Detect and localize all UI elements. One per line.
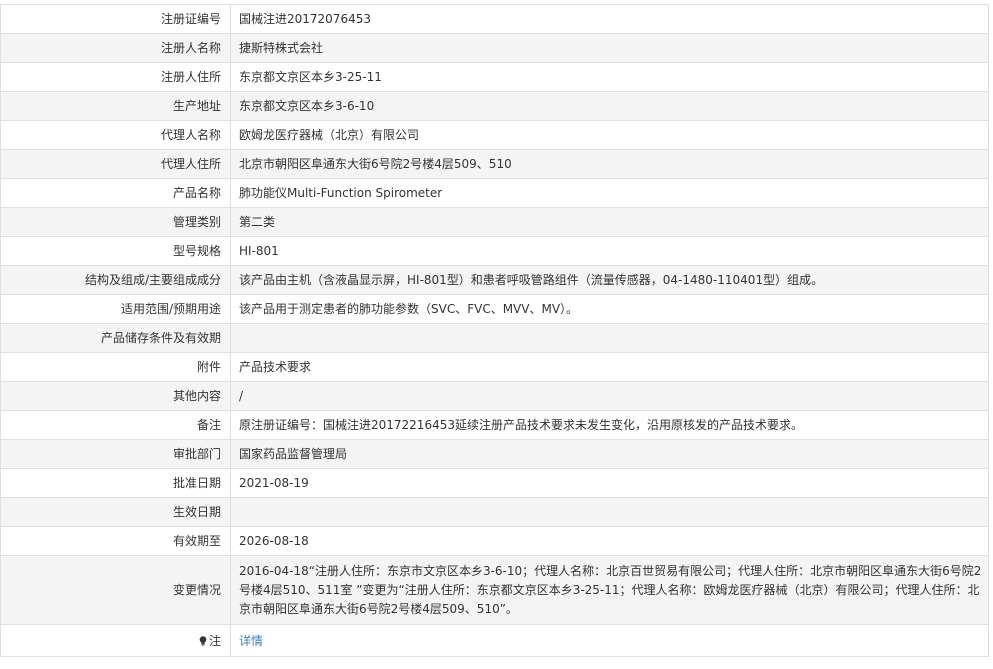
field-value-agent-name: 欧姆龙医疗器械（北京）有限公司: [230, 120, 989, 150]
field-value-effective-date: [230, 497, 989, 527]
table-row: 型号规格 HI-801: [0, 236, 989, 266]
field-label-model-spec: 型号规格: [0, 236, 231, 266]
field-value-registration-no: 国械注进20172076453: [230, 4, 989, 34]
field-label-agent-name: 代理人名称: [0, 120, 231, 150]
table-row: 代理人住所 北京市朝阳区阜通东大街6号院2号楼4层509、510: [0, 149, 989, 179]
field-value-attachment: 产品技术要求: [230, 352, 989, 382]
field-label-registrant-name: 注册人名称: [0, 33, 231, 63]
table-row: 注 详情: [0, 624, 989, 657]
table-row: 附件 产品技术要求: [0, 352, 989, 382]
registration-detail-table: 注册证编号 国械注进20172076453 注册人名称 捷斯特株式会社 注册人住…: [0, 4, 989, 657]
table-row: 批准日期 2021-08-19: [0, 468, 989, 498]
field-value-agent-address: 北京市朝阳区阜通东大街6号院2号楼4层509、510: [230, 149, 989, 179]
field-value-remarks: 原注册证编号：国械注进20172216453延续注册产品技术要求未发生变化，沿用…: [230, 410, 989, 440]
field-label-other-content: 其他内容: [0, 381, 231, 411]
field-label-product-name: 产品名称: [0, 178, 231, 208]
field-value-product-name: 肺功能仪Multi-Function Spirometer: [230, 178, 989, 208]
table-row: 结构及组成/主要组成成分 该产品由主机（含液晶显示屏，HI-801型）和患者呼吸…: [0, 265, 989, 295]
field-value-production-address: 东京都文京区本乡3-6-10: [230, 91, 989, 121]
field-label-approval-department: 审批部门: [0, 439, 231, 469]
table-row: 其他内容 /: [0, 381, 989, 411]
table-row: 生产地址 东京都文京区本乡3-6-10: [0, 91, 989, 121]
field-label-intended-use: 适用范围/预期用途: [0, 294, 231, 324]
table-row: 注册证编号 国械注进20172076453: [0, 4, 989, 34]
note-label: 注: [208, 633, 221, 648]
field-label-approval-date: 批准日期: [0, 468, 231, 498]
note-label-cell: 注: [0, 624, 231, 657]
field-label-valid-until: 有效期至: [0, 526, 231, 556]
field-label-storage-validity: 产品储存条件及有效期: [0, 323, 231, 353]
table-row: 有效期至 2026-08-18: [0, 526, 989, 556]
field-value-approval-department: 国家药品监督管理局: [230, 439, 989, 469]
table-row: 注册人住所 东京都文京区本乡3-25-11: [0, 62, 989, 92]
field-value-approval-date: 2021-08-19: [230, 468, 989, 498]
table-row: 注册人名称 捷斯特株式会社: [0, 33, 989, 63]
field-value-model-spec: HI-801: [230, 236, 989, 266]
table-row: 备注 原注册证编号：国械注进20172216453延续注册产品技术要求未发生变化…: [0, 410, 989, 440]
table-row: 产品储存条件及有效期: [0, 323, 989, 353]
field-value-intended-use: 该产品用于测定患者的肺功能参数（SVC、FVC、MVV、MV）。: [230, 294, 989, 324]
field-label-structure-composition: 结构及组成/主要组成成分: [0, 265, 231, 295]
field-label-production-address: 生产地址: [0, 91, 231, 121]
details-link[interactable]: 详情: [239, 634, 263, 648]
field-value-registrant-name: 捷斯特株式会社: [230, 33, 989, 63]
table-row: 审批部门 国家药品监督管理局: [0, 439, 989, 469]
field-value-registrant-address: 东京都文京区本乡3-25-11: [230, 62, 989, 92]
field-value-structure-composition: 该产品由主机（含液晶显示屏，HI-801型）和患者呼吸管路组件（流量传感器，04…: [230, 265, 989, 295]
field-label-agent-address: 代理人住所: [0, 149, 231, 179]
table-row: 变更情况 2016-04-18“注册人住所：东京市文京区本乡3-6-10；代理人…: [0, 555, 989, 625]
field-label-management-class: 管理类别: [0, 207, 231, 237]
field-label-effective-date: 生效日期: [0, 497, 231, 527]
field-value-valid-until: 2026-08-18: [230, 526, 989, 556]
bulb-icon: [199, 635, 207, 645]
table-row: 适用范围/预期用途 该产品用于测定患者的肺功能参数（SVC、FVC、MVV、MV…: [0, 294, 989, 324]
table-row: 生效日期: [0, 497, 989, 527]
field-value-change-history: 2016-04-18“注册人住所：东京市文京区本乡3-6-10；代理人名称：北京…: [230, 555, 989, 625]
field-value-storage-validity: [230, 323, 989, 353]
table-row: 代理人名称 欧姆龙医疗器械（北京）有限公司: [0, 120, 989, 150]
table-row: 管理类别 第二类: [0, 207, 989, 237]
field-value-other-content: /: [230, 381, 989, 411]
field-label-remarks: 备注: [0, 410, 231, 440]
field-label-change-history: 变更情况: [0, 555, 231, 625]
note-value-cell: 详情: [230, 624, 989, 657]
field-value-management-class: 第二类: [230, 207, 989, 237]
field-label-registration-no: 注册证编号: [0, 4, 231, 34]
field-label-attachment: 附件: [0, 352, 231, 382]
table-row: 产品名称 肺功能仪Multi-Function Spirometer: [0, 178, 989, 208]
field-label-registrant-address: 注册人住所: [0, 62, 231, 92]
